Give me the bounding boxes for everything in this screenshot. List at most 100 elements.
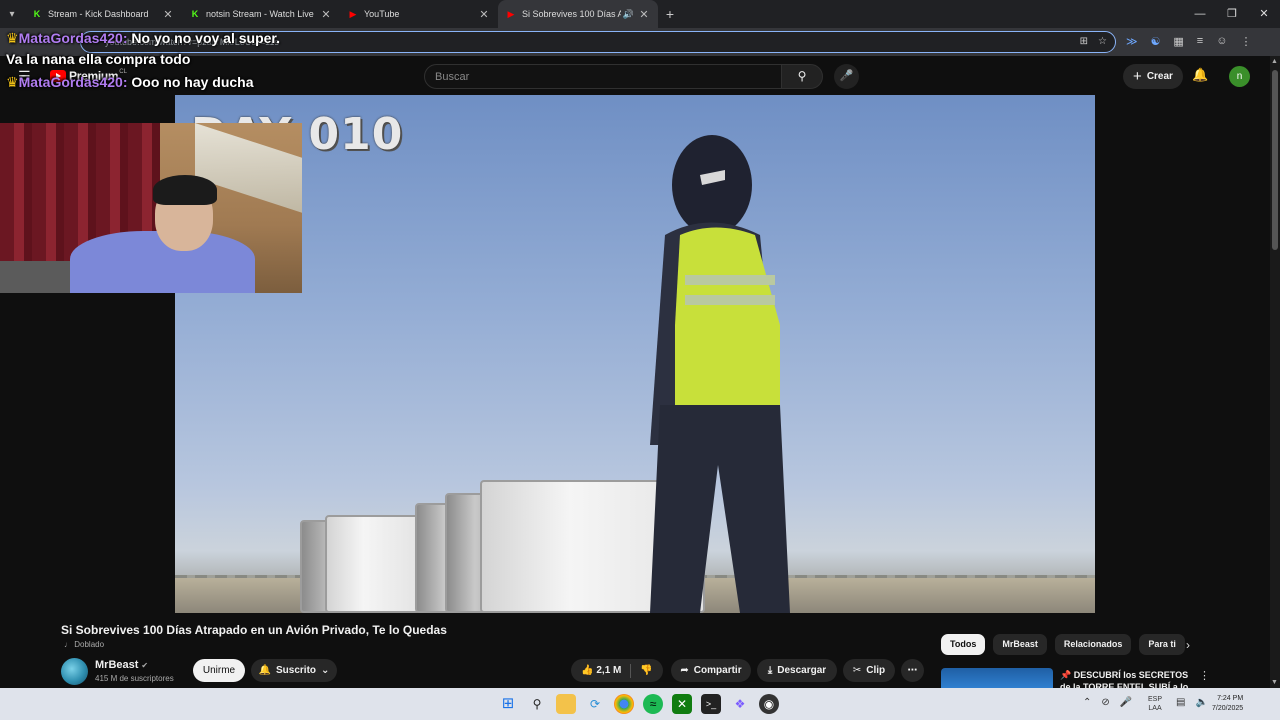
dislike-button[interactable]: 👎: [640, 665, 652, 676]
extension-audio-icon[interactable]: ≫: [1126, 35, 1138, 48]
subscribed-button[interactable]: 🔔 Suscrito ⌄: [251, 659, 337, 682]
tray-chevron-up-icon[interactable]: ⌃: [1083, 697, 1091, 708]
chevron-down-icon: ⌄: [321, 665, 330, 676]
thumbs-up-icon: 👍: [581, 665, 594, 676]
browser-tab-bar: ▾ K Stream - Kick Dashboard ✕ K notsin S…: [0, 0, 1280, 28]
browser-menu-icon[interactable]: ⋮: [1240, 35, 1251, 48]
chrome-icon[interactable]: [614, 694, 634, 714]
no-sync-icon[interactable]: ⊘: [1101, 697, 1109, 708]
close-icon[interactable]: ✕: [638, 8, 650, 21]
speaker-icon[interactable]: 🔊: [623, 9, 634, 20]
edge-browser-icon[interactable]: ⟳: [585, 694, 605, 714]
video-title: Si Sobrevives 100 Días Atrapado en un Av…: [61, 623, 447, 637]
profile-icon[interactable]: ☺: [1216, 35, 1227, 48]
share-icon: ➦: [680, 665, 689, 676]
chip-todos[interactable]: Todos: [941, 634, 986, 655]
close-window-icon[interactable]: ✕: [1248, 0, 1280, 28]
subscriber-count: 415 M de suscriptores: [95, 674, 174, 683]
extension-translate-icon[interactable]: ☯: [1151, 35, 1161, 48]
more-actions-button[interactable]: ⋯: [901, 659, 924, 682]
download-label: Descargar: [777, 665, 827, 676]
spotify-icon[interactable]: ≈: [643, 694, 663, 714]
search-input[interactable]: Buscar: [424, 64, 782, 89]
recommendation-thumbnail[interactable]: [941, 668, 1053, 688]
scroll-down-icon[interactable]: ▼: [1271, 679, 1278, 686]
restore-icon[interactable]: ❐: [1216, 0, 1248, 28]
microphone-icon[interactable]: 🎤: [1120, 697, 1132, 708]
create-label: Crear: [1146, 71, 1173, 82]
download-button[interactable]: ⤓ Descargar: [757, 659, 837, 682]
tab-title: Stream - Kick Dashboard: [48, 9, 149, 19]
kick-icon: K: [191, 9, 199, 19]
browser-tab-2[interactable]: K notsin Stream - Watch Live on Kick ✕: [182, 0, 340, 28]
chip-para-ti[interactable]: Para ti: [1139, 634, 1185, 655]
tab-search-button[interactable]: ▾: [0, 0, 24, 28]
close-icon[interactable]: ✕: [320, 8, 332, 21]
taskbar-apps: ⊞ ⚲ ⟳ ≈ ✕ >_ ❖ ◉: [498, 694, 779, 714]
account-avatar[interactable]: n: [1229, 66, 1250, 87]
taskbar-clock[interactable]: 7:24 PM 7/20/2025: [1212, 694, 1243, 714]
video-info-section: Si Sobrevives 100 Días Atrapado en un Av…: [0, 613, 1280, 688]
recommendation-more-icon[interactable]: ⋮: [1199, 669, 1210, 682]
extensions-puzzle-icon[interactable]: ▦: [1173, 35, 1183, 48]
terminal-icon[interactable]: >_: [701, 694, 721, 714]
media-control-icon[interactable]: ≡: [1197, 35, 1203, 48]
bookmark-star-icon[interactable]: ☆: [1098, 36, 1107, 47]
briefcase: [325, 515, 420, 613]
volume-icon[interactable]: 🔈: [1195, 697, 1207, 708]
like-dislike-group: 👍 2,1 M 👎: [571, 659, 663, 682]
clip-label: Clip: [866, 665, 886, 676]
recommendation-title[interactable]: 📌 DESCUBRÍ los SECRETOS de la TORRE ENTE…: [1060, 669, 1200, 688]
channel-name[interactable]: MrBeast ✔: [95, 659, 148, 671]
crown-icon: ♛: [6, 30, 19, 46]
scissors-icon: ✂: [852, 665, 862, 676]
chip-relacionados[interactable]: Relacionados: [1054, 634, 1132, 655]
divider: [630, 663, 632, 678]
search-button[interactable]: ⚲: [781, 64, 823, 89]
chevron-right-icon[interactable]: ›: [1186, 638, 1190, 652]
video-player[interactable]: DAY 010: [175, 95, 1095, 613]
thumbs-down-icon: 👎: [640, 665, 653, 676]
windows-start-icon[interactable]: ⊞: [498, 694, 518, 714]
language-indicator[interactable]: ESP LAA: [1148, 695, 1162, 713]
scroll-up-icon[interactable]: ▲: [1271, 58, 1278, 65]
page-scrollbar[interactable]: ▲ ▼: [1270, 56, 1280, 688]
chat-username: MataGordas420:: [18, 74, 128, 90]
recommendation-chips: Todos MrBeast Relacionados Para ti: [941, 634, 1185, 655]
file-explorer-icon[interactable]: [556, 694, 576, 714]
clock-time: 7:24 PM: [1217, 695, 1244, 702]
scrollbar-thumb[interactable]: [1272, 70, 1278, 250]
browser-tab-1[interactable]: K Stream - Kick Dashboard ✕: [24, 0, 182, 28]
voice-search-button[interactable]: 🎤: [834, 64, 859, 89]
tab-title: Si Sobrevives 100 Días Atrap: [522, 9, 621, 19]
join-button[interactable]: Unirme: [193, 659, 245, 682]
channel-avatar[interactable]: [61, 658, 88, 685]
bell-icon: 🔔: [258, 665, 272, 676]
minimize-icon[interactable]: —: [1184, 0, 1216, 28]
app-icon[interactable]: ❖: [730, 694, 750, 714]
browser-tab-4-active[interactable]: ▶ Si Sobrevives 100 Días Atrap 🔊 ✕: [498, 0, 658, 28]
notifications-bell-icon[interactable]: 🔔: [1192, 67, 1208, 83]
stream-chat-overlay: ♛MataGordas420: No yo no voy al super. V…: [0, 28, 300, 93]
download-icon: ⤓: [767, 665, 773, 676]
xbox-icon[interactable]: ✕: [672, 694, 692, 714]
close-icon[interactable]: ✕: [478, 8, 490, 21]
chip-mrbeast[interactable]: MrBeast: [993, 634, 1047, 655]
new-tab-button[interactable]: +: [658, 6, 682, 22]
network-icon[interactable]: ▤: [1176, 697, 1185, 708]
pin-icon: 📌: [1060, 670, 1072, 680]
browser-tab-3[interactable]: ▶ YouTube ✕: [340, 0, 498, 28]
like-button[interactable]: 👍 2,1 M: [581, 665, 621, 676]
chat-message: ♛MataGordas420: Ooo no hay ducha: [0, 72, 300, 93]
chat-text: Ooo no hay ducha: [131, 74, 254, 90]
search-placeholder: Buscar: [435, 71, 470, 83]
create-button[interactable]: + Crear: [1123, 64, 1183, 89]
install-app-icon[interactable]: ⊞: [1080, 36, 1088, 47]
search-icon[interactable]: ⚲: [527, 694, 547, 714]
clip-button[interactable]: ✂ Clip: [843, 659, 895, 682]
kick-icon: K: [33, 9, 41, 19]
obs-icon[interactable]: ◉: [759, 694, 779, 714]
share-button[interactable]: ➦ Compartir: [671, 659, 751, 682]
close-icon[interactable]: ✕: [162, 8, 174, 21]
window-controls: — ❐ ✕: [1184, 0, 1280, 28]
